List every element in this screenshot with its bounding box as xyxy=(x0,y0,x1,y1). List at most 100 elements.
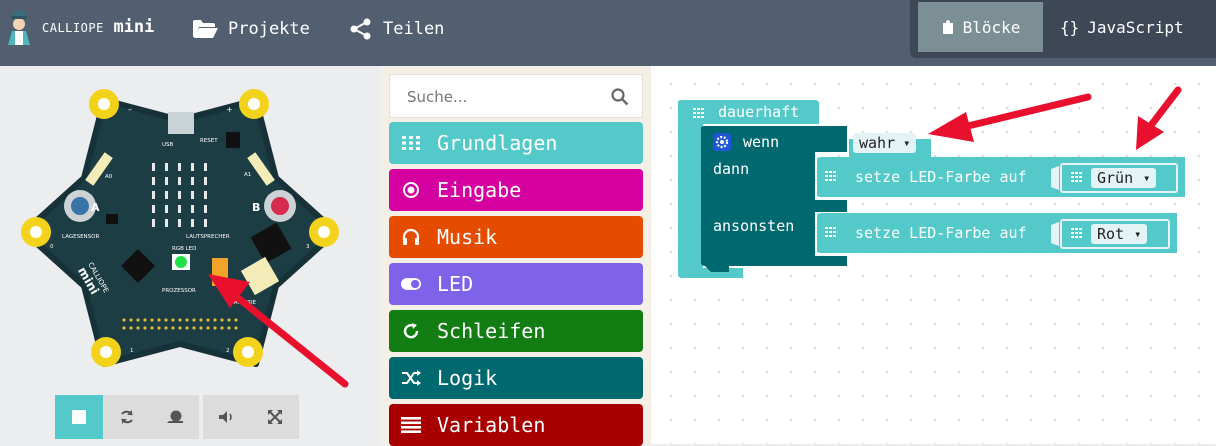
toggle-icon xyxy=(401,277,421,291)
label-button-b: B xyxy=(252,201,260,214)
tab-javascript[interactable]: {} JavaScript xyxy=(1060,2,1184,52)
position-sensor xyxy=(106,214,118,224)
category-input[interactable]: Eingabe xyxy=(389,169,643,211)
category-basic[interactable]: Grundlagen xyxy=(389,122,643,164)
label-reset: RESET xyxy=(200,138,218,144)
category-label: Schleifen xyxy=(437,319,546,343)
then-socket xyxy=(1051,166,1059,190)
projects-label: Projekte xyxy=(228,19,310,39)
fullscreen-button[interactable] xyxy=(251,395,299,439)
label-pin-3: 3 xyxy=(306,244,310,250)
color-dropdown-else[interactable]: Rot ▾ xyxy=(1091,224,1148,244)
share-menu-button[interactable]: Teilen xyxy=(349,14,444,44)
rgb-led xyxy=(175,256,187,268)
label-lautsprecher: LAUTSPRECHER xyxy=(186,234,230,240)
button-b[interactable] xyxy=(264,190,296,222)
battery-switch xyxy=(212,258,228,286)
dropdown-arrow-icon: ▾ xyxy=(903,136,911,150)
search-input[interactable] xyxy=(390,75,609,119)
else-label: ansonsten xyxy=(713,217,795,235)
usb-port xyxy=(168,112,194,134)
reset-button[interactable] xyxy=(226,132,240,148)
category-loops[interactable]: Schleifen xyxy=(389,310,643,352)
color-dropdown-then[interactable]: Grün ▾ xyxy=(1091,168,1157,188)
calliope-mascot-icon xyxy=(8,11,30,45)
label-plus: + xyxy=(226,105,233,114)
label-rgb-led: RGB LED xyxy=(172,246,196,252)
calliope-board-simulator[interactable]: USB RESET A0 A1 LAGESENSOR LAUTSPRECHER … xyxy=(0,66,381,396)
restart-button[interactable] xyxy=(103,395,151,439)
label-batterie: BATTERIE xyxy=(230,300,257,306)
label-button-a: A xyxy=(91,201,100,214)
label-pin-1: 1 xyxy=(130,348,134,354)
search-icon[interactable] xyxy=(611,88,629,106)
shuffle-icon xyxy=(401,370,421,386)
condition-value: wahr xyxy=(859,134,896,152)
label-a1: A1 xyxy=(244,172,251,178)
code-braces-icon: {} xyxy=(1060,17,1080,37)
category-label: Eingabe xyxy=(437,178,522,202)
simulator-controls xyxy=(55,395,299,439)
loop-arrow-icon xyxy=(401,322,421,340)
forever-label: dauerhaft xyxy=(718,103,800,121)
dropdown-arrow-icon: ▾ xyxy=(1143,171,1151,185)
folder-open-icon xyxy=(193,20,218,38)
refresh-icon xyxy=(121,410,133,424)
label-pin-0: 0 xyxy=(50,244,54,250)
blocks-workspace[interactable]: dauerhaft wenn wahr ▾ dann ansonsten set… xyxy=(651,66,1216,444)
slow-mode-button[interactable] xyxy=(151,395,199,439)
simulator-panel: USB RESET A0 A1 LAGESENSOR LAUTSPRECHER … xyxy=(0,66,381,444)
color-value: Rot xyxy=(1097,225,1125,243)
tab-javascript-label: JavaScript xyxy=(1087,17,1184,37)
category-variables[interactable]: Variablen xyxy=(389,404,643,446)
set-led-then-grid-icon xyxy=(825,171,836,181)
logo-brand: CALLIOPE xyxy=(42,21,104,35)
color-then-grid-icon xyxy=(1071,172,1082,182)
category-led[interactable]: LED xyxy=(389,263,643,305)
list-lines-icon xyxy=(401,417,421,433)
block-stack xyxy=(678,100,1185,278)
then-label: dann xyxy=(713,160,750,178)
snail-icon xyxy=(167,410,183,423)
tab-blocks[interactable]: Blöcke xyxy=(918,2,1043,52)
expand-icon xyxy=(268,410,282,424)
radio-dot-icon xyxy=(401,181,421,199)
dropdown-arrow-icon: ▾ xyxy=(1134,227,1142,241)
mute-button[interactable] xyxy=(203,395,251,439)
calliope-logo[interactable]: CALLIOPE mini xyxy=(0,10,154,45)
set-led-else-grid-icon xyxy=(825,227,836,237)
stop-icon xyxy=(72,410,86,424)
label-lagesensor: LAGESENSOR xyxy=(62,234,99,240)
toolbox-search[interactable] xyxy=(389,74,643,119)
category-label: Musik xyxy=(437,225,498,249)
category-label: Logik xyxy=(437,366,498,390)
category-music[interactable]: Musik xyxy=(389,216,643,258)
color-value: Grün xyxy=(1097,169,1134,187)
category-logic[interactable]: Logik xyxy=(389,357,643,399)
gear-icon[interactable] xyxy=(713,133,731,151)
condition-dropdown[interactable]: wahr ▾ xyxy=(853,133,917,153)
label-usb: USB xyxy=(162,142,174,148)
label-pin-2: 2 xyxy=(226,348,230,354)
set-led-else-label: setze LED-Farbe auf xyxy=(855,224,1027,242)
stop-button[interactable] xyxy=(55,395,103,439)
tab-blocks-label: Blöcke xyxy=(962,17,1021,37)
color-else-grid-icon xyxy=(1071,228,1082,238)
editor-tabs: Blöcke {} JavaScript xyxy=(910,0,1216,58)
forever-grid-icon xyxy=(693,108,704,118)
logo-product: mini xyxy=(113,17,155,37)
share-icon xyxy=(350,18,371,40)
else-socket xyxy=(1051,222,1059,246)
label-a0: A0 xyxy=(105,174,113,180)
block-toolbox: Grundlagen Eingabe Musik LED Schleifen L… xyxy=(381,66,652,446)
grid-icon xyxy=(401,136,421,150)
top-menu-bar: CALLIOPE mini Projekte Teilen Blöcke {} xyxy=(0,0,1216,66)
puzzle-piece-icon xyxy=(942,20,953,34)
category-label: LED xyxy=(437,272,474,296)
projects-menu-button[interactable]: Projekte xyxy=(192,14,310,44)
label-minus: – xyxy=(128,105,132,114)
share-label: Teilen xyxy=(383,19,445,39)
if-label: wenn xyxy=(743,133,780,151)
headphones-icon xyxy=(401,228,421,246)
logo-text: CALLIOPE mini xyxy=(42,17,154,37)
